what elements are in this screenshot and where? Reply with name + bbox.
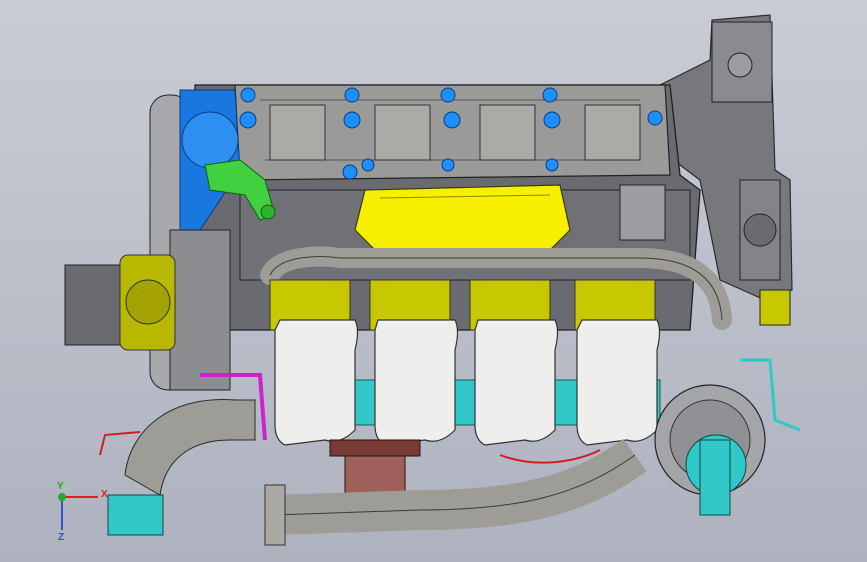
- engine-model[interactable]: [0, 0, 867, 562]
- control-module[interactable]: [619, 184, 666, 241]
- y-axis-label: Y: [57, 481, 64, 492]
- y-axis-dot: [58, 493, 66, 501]
- red-wire-bottom: [499, 449, 601, 464]
- z-axis-label: Z: [58, 532, 65, 543]
- coordinate-triad: [58, 493, 98, 530]
- turbocharger[interactable]: [654, 384, 766, 516]
- exhaust-downpipe[interactable]: [264, 438, 647, 546]
- harmonic-damper[interactable]: [64, 254, 176, 351]
- intake-elbow[interactable]: [107, 399, 256, 536]
- valve-cover[interactable]: [354, 184, 571, 251]
- cad-viewport[interactable]: X Y Z: [0, 0, 867, 562]
- x-axis-label: X: [101, 489, 108, 500]
